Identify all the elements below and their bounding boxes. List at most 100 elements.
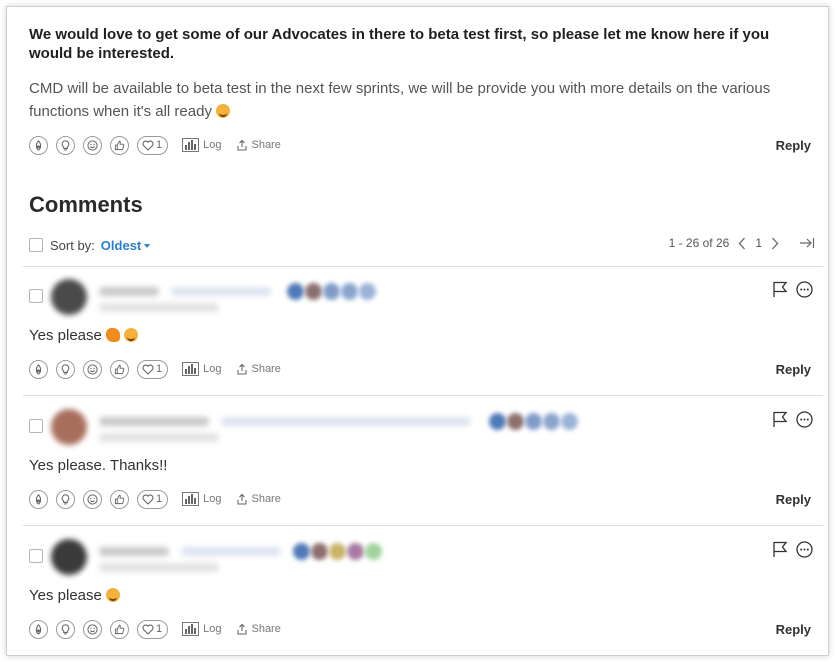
log-button[interactable]: Log (182, 362, 221, 376)
current-page[interactable]: 1 (755, 236, 762, 250)
post-headline: We would love to get some of our Advocat… (29, 26, 770, 62)
badge-icon (287, 283, 304, 300)
like-reaction-button[interactable] (110, 489, 129, 509)
love-count: 1 (156, 493, 163, 505)
love-reaction-button[interactable]: 1 (137, 489, 169, 509)
chevron-left-icon (738, 237, 746, 249)
reply-button[interactable]: Reply (776, 138, 811, 153)
reply-button[interactable]: Reply (776, 362, 811, 377)
like-reaction-button[interactable] (110, 135, 129, 155)
love-count: 1 (156, 139, 163, 151)
badge-icon (347, 543, 364, 560)
reply-button[interactable]: Reply (776, 622, 811, 637)
smile-reaction-button[interactable] (83, 359, 102, 379)
celebrate-reaction-button[interactable] (29, 135, 48, 155)
comment-select-checkbox[interactable] (29, 549, 43, 563)
badge-icon (323, 283, 340, 300)
comment-select-checkbox[interactable] (29, 289, 43, 303)
divider (23, 525, 823, 526)
last-page-button[interactable] (799, 237, 815, 249)
more-options-button[interactable] (796, 411, 813, 428)
avatar[interactable] (51, 409, 87, 445)
badge-icon (293, 543, 310, 560)
share-button[interactable]: Share (237, 363, 281, 375)
log-label: Log (203, 139, 222, 151)
lightbulb-icon (61, 363, 70, 374)
love-count: 1 (156, 363, 163, 375)
smile-reaction-button[interactable] (83, 135, 102, 155)
love-count: 1 (156, 623, 163, 635)
like-reaction-button[interactable] (110, 619, 129, 639)
idea-reaction-button[interactable] (56, 135, 75, 155)
log-button[interactable]: Log (182, 138, 221, 152)
flag-icon (773, 411, 788, 427)
badge-icon (305, 283, 322, 300)
comment-select-checkbox[interactable] (29, 419, 43, 433)
share-button[interactable]: Share (237, 493, 281, 505)
chevron-down-icon (144, 243, 151, 248)
comment-text: Yes please (29, 327, 102, 344)
share-label: Share (251, 493, 281, 505)
post-thread-panel: We would love to get some of our Advocat… (6, 6, 829, 656)
log-button[interactable]: Log (182, 492, 221, 506)
last-page-icon (800, 238, 815, 248)
celebrate-reaction-button[interactable] (29, 619, 48, 639)
sort-label: Sort by: (50, 237, 95, 253)
grinning-face-emoji-icon (123, 328, 138, 342)
thumbs-up-icon (114, 624, 125, 634)
post-body: CMD will be available to beta test in th… (29, 77, 809, 123)
log-label: Log (203, 493, 222, 505)
share-label: Share (251, 623, 281, 635)
celebrate-reaction-button[interactable] (29, 359, 48, 379)
flag-button[interactable] (772, 281, 788, 298)
smile-reaction-button[interactable] (83, 619, 102, 639)
celebrate-reaction-button[interactable] (29, 489, 48, 509)
avatar[interactable] (51, 279, 87, 315)
thumbs-up-icon (114, 140, 125, 150)
avatar[interactable] (51, 539, 87, 575)
idea-reaction-button[interactable] (56, 619, 75, 639)
bar-chart-icon (182, 622, 200, 636)
badge-icon (341, 283, 358, 300)
smile-reaction-button[interactable] (83, 489, 102, 509)
raised-hand-emoji-icon (105, 328, 120, 342)
love-reaction-button[interactable]: 1 (137, 135, 169, 155)
heart-icon (142, 364, 154, 375)
comment-header (29, 277, 819, 317)
love-reaction-button[interactable]: 1 (137, 359, 169, 379)
like-reaction-button[interactable] (110, 359, 129, 379)
reply-button[interactable]: Reply (776, 492, 811, 507)
idea-reaction-button[interactable] (56, 489, 75, 509)
original-post: We would love to get some of our Advocat… (29, 25, 809, 123)
flag-icon (773, 281, 788, 297)
celebrate-icon (35, 363, 42, 375)
flag-button[interactable] (772, 411, 788, 428)
share-button[interactable]: Share (237, 139, 281, 151)
share-button[interactable]: Share (237, 623, 281, 635)
sort-dropdown[interactable]: Oldest (101, 238, 151, 253)
love-reaction-button[interactable]: 1 (137, 619, 169, 639)
more-horizontal-icon (796, 411, 813, 428)
celebrate-icon (35, 623, 42, 635)
divider (23, 266, 823, 267)
chevron-right-icon (772, 237, 779, 249)
badge-icon (329, 543, 346, 560)
badge-icon (365, 543, 382, 560)
comments-heading: Comments (29, 192, 143, 217)
heart-icon (142, 140, 154, 151)
select-all-checkbox[interactable] (29, 238, 43, 252)
more-options-button[interactable] (796, 281, 813, 298)
post-body-text: CMD will be available to beta test in th… (29, 80, 771, 120)
author-name-redacted (99, 287, 159, 296)
log-button[interactable]: Log (182, 622, 221, 636)
timestamp-redacted (99, 433, 219, 442)
timestamp-redacted (99, 563, 219, 572)
previous-page-button[interactable] (738, 237, 746, 250)
pagination: 1 - 26 of 26 1 (669, 236, 815, 250)
next-page-button[interactable] (771, 237, 779, 250)
author-title-redacted (181, 547, 281, 556)
flag-button[interactable] (772, 541, 788, 558)
celebrate-icon (35, 493, 42, 505)
idea-reaction-button[interactable] (56, 359, 75, 379)
more-options-button[interactable] (796, 541, 813, 558)
